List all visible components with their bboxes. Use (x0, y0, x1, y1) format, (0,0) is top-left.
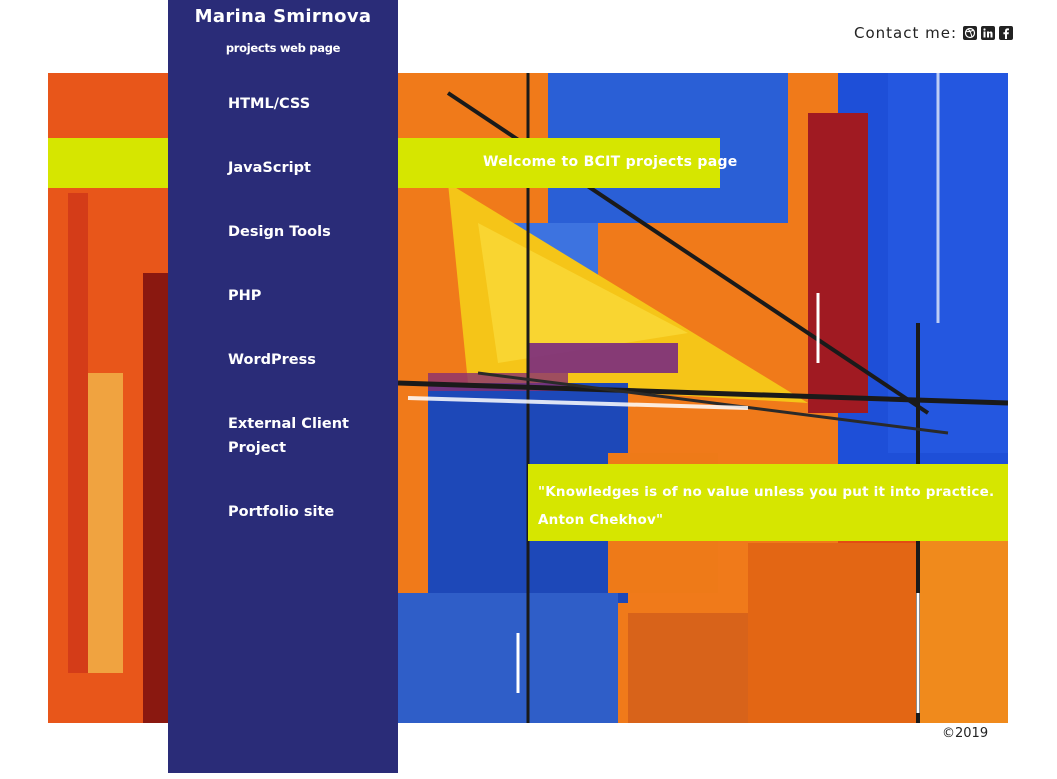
welcome-text: Welcome to BCIT projects page (483, 154, 738, 170)
contact-bar: Contact me: (854, 24, 1014, 42)
sidebar: Marina Smirnova projects web page HTML/C… (168, 0, 398, 773)
site-title[interactable]: Marina Smirnova (168, 6, 398, 27)
sidebar-item-php[interactable]: PHP (228, 284, 378, 308)
linkedin-icon[interactable] (981, 26, 996, 40)
sidebar-item-wordpress[interactable]: WordPress (228, 348, 378, 372)
copyright: ©2019 (942, 726, 989, 741)
sidebar-item-external-client-project[interactable]: External Client Project (228, 412, 378, 460)
dribbble-glyph (964, 27, 976, 39)
quote-text: "Knowledges is of no value unless you pu… (538, 484, 995, 500)
sidebar-item-javascript[interactable]: JavaScript (228, 156, 378, 180)
page: Welcome to BCIT projects page "Knowledge… (0, 0, 1057, 779)
contact-label: Contact me: (854, 24, 958, 42)
facebook-glyph (1003, 28, 1010, 39)
site-subtitle: projects web page (225, 41, 341, 55)
sidebar-item-html-css[interactable]: HTML/CSS (228, 92, 378, 116)
sidebar-item-portfolio-site[interactable]: Portfolio site (228, 500, 378, 524)
sidebar-item-design-tools[interactable]: Design Tools (228, 220, 378, 244)
facebook-icon[interactable] (999, 26, 1014, 40)
dribbble-icon[interactable] (963, 26, 978, 40)
linkedin-glyph (983, 28, 993, 38)
quote-box: "Knowledges is of no value unless you pu… (528, 464, 1008, 541)
quote-author: Anton Chekhov" (538, 512, 664, 528)
